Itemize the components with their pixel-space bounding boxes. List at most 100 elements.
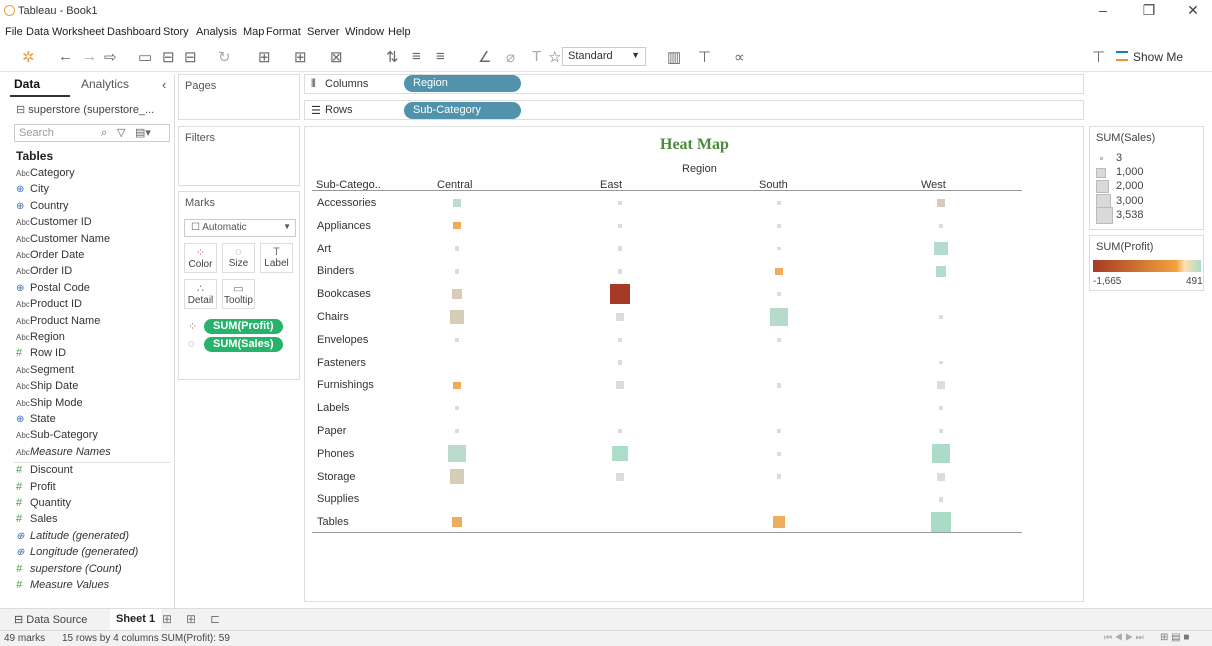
field-ship-mode[interactable]: AbcShip Mode xyxy=(16,397,83,409)
refresh-icon[interactable]: ↻ xyxy=(218,48,231,66)
heatmap-cell-tables-central[interactable] xyxy=(451,517,462,528)
color-button[interactable]: ⁘ Color xyxy=(184,243,217,273)
undo-icon[interactable]: ← xyxy=(58,48,73,65)
heatmap-cell-chairs-south[interactable] xyxy=(770,308,788,326)
heatmap-cell-envelopes-central[interactable] xyxy=(454,337,460,342)
row-label-storage[interactable]: Storage xyxy=(317,471,356,483)
filter-icon[interactable]: ▽ xyxy=(117,126,125,139)
heatmap-cell-bookcases-east[interactable] xyxy=(610,284,630,305)
tooltip-button[interactable]: ▭ Tooltip xyxy=(222,279,255,309)
sheet-navigation-icon[interactable]: ⏮ ◀ ▶ ⏭ xyxy=(1104,632,1144,643)
row-label-paper[interactable]: Paper xyxy=(317,425,346,437)
heatmap-cell-appliances-west[interactable] xyxy=(938,223,944,228)
pages-card[interactable]: Pages xyxy=(178,74,300,120)
heatmap-cell-envelopes-east[interactable] xyxy=(617,337,623,342)
field-customer-name[interactable]: AbcCustomer Name xyxy=(16,233,110,245)
row-label-envelopes[interactable]: Envelopes xyxy=(317,334,368,346)
field-region[interactable]: AbcRegion xyxy=(16,331,65,343)
field-profit[interactable]: # Profit xyxy=(16,481,56,493)
heatmap-cell-art-west[interactable] xyxy=(934,241,948,256)
heatmap-cell-supplies-west[interactable] xyxy=(938,497,944,502)
menu-worksheet[interactable]: Worksheet xyxy=(52,26,104,38)
highlight-icon[interactable]: ∠ xyxy=(478,48,491,66)
row-label-furnishings[interactable]: Furnishings xyxy=(317,379,374,391)
heatmap-cell-paper-east[interactable] xyxy=(617,428,623,434)
heatmap-cell-furnishings-south[interactable] xyxy=(776,383,782,388)
detail-button[interactable]: ∴ Detail xyxy=(184,279,217,309)
heatmap-cell-labels-west[interactable] xyxy=(939,406,943,410)
field-longitude-generated[interactable]: ⊕ Longitude (generated) xyxy=(16,546,138,558)
heatmap-cell-fasteners-west[interactable] xyxy=(939,360,943,365)
tableau-home-icon[interactable]: ✲ xyxy=(22,48,35,66)
heatmap-cell-art-east[interactable] xyxy=(617,246,623,251)
menu-dashboard[interactable]: Dashboard xyxy=(107,26,161,38)
replay-icon[interactable]: ⇨ xyxy=(104,48,117,66)
swap-icon[interactable]: ⇅ xyxy=(386,48,399,66)
heatmap-cell-paper-central[interactable] xyxy=(454,428,460,434)
collapse-pane-icon[interactable]: ‹ xyxy=(162,77,166,92)
field-measure-values[interactable]: # Measure Values xyxy=(16,579,109,591)
heatmap-cell-binders-central[interactable] xyxy=(454,269,460,274)
pin-icon[interactable]: ☆ xyxy=(548,48,561,66)
field-sales[interactable]: # Sales xyxy=(16,513,58,525)
label-button[interactable]: T Label xyxy=(260,243,293,273)
field-state[interactable]: ⊕ State xyxy=(16,413,56,425)
datasource-item[interactable]: ⊟ superstore (superstore_... xyxy=(16,103,154,116)
heatmap-cell-storage-central[interactable] xyxy=(449,469,465,484)
row-label-accessories[interactable]: Accessories xyxy=(317,197,376,209)
new-dashboard-tab-icon[interactable]: ⊞ xyxy=(186,612,196,626)
field-quantity[interactable]: # Quantity xyxy=(16,497,71,509)
heatmap-cell-accessories-west[interactable] xyxy=(937,199,945,207)
row-label-art[interactable]: Art xyxy=(317,243,331,255)
minimize-button[interactable]: – xyxy=(1088,2,1118,18)
heatmap-cell-appliances-south[interactable] xyxy=(776,223,782,228)
sort-asc-icon[interactable]: ≡ xyxy=(412,48,421,65)
row-label-binders[interactable]: Binders xyxy=(317,265,354,277)
mark-type-select[interactable]: ☐ Automatic ▼ xyxy=(184,219,296,237)
field-product-name[interactable]: AbcProduct Name xyxy=(16,315,100,327)
heatmap-cell-binders-south[interactable] xyxy=(775,267,783,275)
sheet1-tab[interactable]: Sheet 1 xyxy=(110,609,162,631)
tab-data[interactable]: Data xyxy=(14,77,40,91)
tooltip-icon[interactable]: ⊤ xyxy=(1092,48,1105,66)
heatmap-cell-paper-south[interactable] xyxy=(776,428,782,434)
row-label-chairs[interactable]: Chairs xyxy=(317,311,349,323)
field-order-id[interactable]: AbcOrder ID xyxy=(16,265,72,277)
row-label-phones[interactable]: Phones xyxy=(317,448,354,460)
menu-map[interactable]: Map xyxy=(243,26,264,38)
view-options-icon[interactable]: ▤▾ xyxy=(135,126,151,139)
menu-story[interactable]: Story xyxy=(163,26,189,38)
heatmap-cell-chairs-east[interactable] xyxy=(616,313,624,321)
menu-format[interactable]: Format xyxy=(266,26,301,38)
heatmap-cell-chairs-west[interactable] xyxy=(938,314,944,320)
heatmap-cell-binders-west[interactable] xyxy=(935,266,947,277)
search-input[interactable]: Search ⌕ ▽ ▤▾ xyxy=(14,124,170,142)
tab-analytics[interactable]: Analytics xyxy=(81,77,129,91)
heatmap-cell-envelopes-south[interactable] xyxy=(776,337,782,342)
field-latitude-generated[interactable]: ⊕ Latitude (generated) xyxy=(16,530,129,542)
menu-data[interactable]: Data xyxy=(26,26,49,38)
restore-button[interactable]: ❐ xyxy=(1134,2,1164,19)
new-story-tab-icon[interactable]: ⊏ xyxy=(210,612,220,626)
field-measure-names[interactable]: AbcMeasure Names xyxy=(16,446,111,458)
heatmap-cell-binders-east[interactable] xyxy=(617,269,623,274)
menu-server[interactable]: Server xyxy=(307,26,339,38)
filters-card[interactable]: Filters xyxy=(178,126,300,186)
menu-file[interactable]: File xyxy=(5,26,23,38)
heatmap-cell-chairs-central[interactable] xyxy=(449,309,465,325)
heatmap-cell-furnishings-central[interactable] xyxy=(453,381,461,389)
heatmap-cell-labels-central[interactable] xyxy=(454,406,460,411)
sales-size-pill[interactable]: SUM(Sales) xyxy=(204,337,283,352)
redo-icon[interactable]: → xyxy=(82,48,97,65)
sort-desc-icon[interactable]: ≡ xyxy=(436,48,445,65)
field-product-id[interactable]: AbcProduct ID xyxy=(16,298,82,310)
menu-analysis[interactable]: Analysis xyxy=(196,26,237,38)
label-icon[interactable]: T xyxy=(532,48,541,65)
row-label-supplies[interactable]: Supplies xyxy=(317,493,359,505)
heatmap-cell-bookcases-south[interactable] xyxy=(776,292,782,297)
field-sub-category[interactable]: AbcSub-Category xyxy=(16,429,98,441)
row-label-fasteners[interactable]: Fasteners xyxy=(317,357,366,369)
heatmap-cell-storage-west[interactable] xyxy=(937,472,945,481)
row-label-bookcases[interactable]: Bookcases xyxy=(317,288,371,300)
field-city[interactable]: ⊕ City xyxy=(16,183,49,195)
